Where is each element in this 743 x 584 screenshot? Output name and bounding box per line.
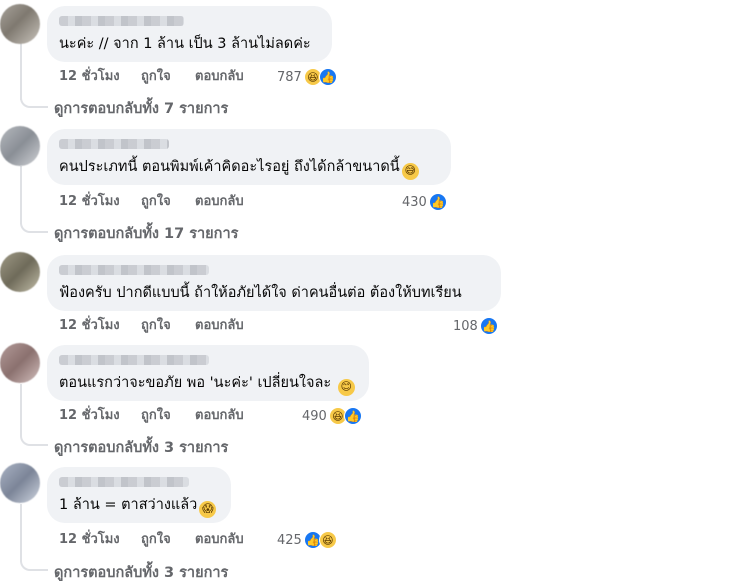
haha-icon: 😆 <box>318 531 337 549</box>
thread-line <box>20 504 22 562</box>
smiling-emoji: 😊 <box>337 378 355 396</box>
avatar[interactable] <box>0 463 40 503</box>
reply-connector <box>20 434 48 446</box>
comment-time[interactable]: 12 ชั่วโมง <box>59 193 120 211</box>
see-replies-link[interactable]: ดูการตอบกลับทั้ง 7 รายการ <box>54 97 228 120</box>
avatar[interactable] <box>0 252 40 292</box>
comment-time[interactable]: 12 ชั่วโมง <box>59 317 120 335</box>
see-replies-link[interactable]: ดูการตอบกลับทั้ง 17 รายการ <box>54 222 238 245</box>
author-name-blurred[interactable] <box>59 16 184 26</box>
comment-text: ฟ้องครับ ปากดีแบบนี้ ถ้าให้อภัยได้ใจ ด่า… <box>59 285 462 301</box>
like-icon: 👍 <box>318 68 337 86</box>
thread-line <box>20 42 22 100</box>
avatar[interactable] <box>0 4 40 44</box>
comment-text: ตอนแรกว่าจะขอภัย พอ 'นะค่ะ' เปลี่ยนใจละ … <box>59 373 357 396</box>
comment-time[interactable]: 12 ชั่วโมง <box>59 68 120 86</box>
reply-connector <box>20 96 48 108</box>
reply-link[interactable]: ตอบกลับ <box>195 193 244 211</box>
like-link[interactable]: ถูกใจ <box>141 531 171 549</box>
reply-link[interactable]: ตอบกลับ <box>195 317 244 335</box>
like-link[interactable]: ถูกใจ <box>141 317 171 335</box>
reaction-count: 787 <box>277 69 302 85</box>
reply-connector <box>20 221 48 233</box>
author-name-blurred[interactable] <box>59 265 209 275</box>
reaction-summary[interactable]: 425 👍 😆 <box>277 531 337 549</box>
reply-link[interactable]: ตอบกลับ <box>195 531 244 549</box>
like-icon: 👍 <box>343 407 362 425</box>
grinning-sweat-emoji: 😅 <box>401 162 419 180</box>
like-link[interactable]: ถูกใจ <box>141 68 171 86</box>
comment-bubble: นะค่ะ // จาก 1 ล้าน เป็น 3 ล้านไม่ลดค่ะ <box>47 6 332 62</box>
reaction-count: 425 <box>277 532 302 548</box>
shocked-emoji: 😱 <box>199 500 217 518</box>
comment-time[interactable]: 12 ชั่วโมง <box>59 407 120 425</box>
author-name-blurred[interactable] <box>59 355 209 365</box>
comment-bubble: ฟ้องครับ ปากดีแบบนี้ ถ้าให้อภัยได้ใจ ด่า… <box>47 255 501 311</box>
reply-link[interactable]: ตอบกลับ <box>195 407 244 425</box>
reaction-summary[interactable]: 490 😆 👍 <box>302 407 362 425</box>
reaction-summary[interactable]: 430 👍 <box>402 193 447 211</box>
comment-text-content: ตอนแรกว่าจะขอภัย พอ 'นะค่ะ' เปลี่ยนใจละ <box>59 375 332 391</box>
reaction-summary[interactable]: 787 😆 👍 <box>277 68 337 86</box>
reply-connector <box>20 559 48 571</box>
comment-text-content: 1 ล้าน = ตาสว่างแล้ว <box>59 497 198 513</box>
thread-line <box>20 166 22 224</box>
reply-link[interactable]: ตอบกลับ <box>195 68 244 86</box>
see-replies-link[interactable]: ดูการตอบกลับทั้ง 3 รายการ <box>54 436 228 459</box>
comment-bubble: 1 ล้าน = ตาสว่างแล้ว 😱 <box>47 467 231 523</box>
comment-text: นะค่ะ // จาก 1 ล้าน เป็น 3 ล้านไม่ลดค่ะ <box>59 36 311 52</box>
reaction-count: 490 <box>302 408 327 424</box>
avatar[interactable] <box>0 126 40 166</box>
like-link[interactable]: ถูกใจ <box>141 193 171 211</box>
reaction-count: 430 <box>402 194 427 210</box>
comment-text: คนประเภทนี้ ตอนพิมพ์เค้าคิดอะไรอยู่ ถึงไ… <box>59 157 439 180</box>
like-icon: 👍 <box>428 193 447 211</box>
reaction-summary[interactable]: 108 👍 <box>453 317 498 335</box>
avatar[interactable] <box>0 343 40 383</box>
author-name-blurred[interactable] <box>59 477 189 487</box>
comment-text-content: คนประเภทนี้ ตอนพิมพ์เค้าคิดอะไรอยู่ ถึงไ… <box>59 159 400 175</box>
comment-text: 1 ล้าน = ตาสว่างแล้ว 😱 <box>59 495 219 518</box>
comment-bubble: ตอนแรกว่าจะขอภัย พอ 'นะค่ะ' เปลี่ยนใจละ … <box>47 345 369 401</box>
thread-line <box>20 384 22 436</box>
author-name-blurred[interactable] <box>59 139 169 149</box>
comment-time[interactable]: 12 ชั่วโมง <box>59 531 120 549</box>
like-icon: 👍 <box>479 317 498 335</box>
like-link[interactable]: ถูกใจ <box>141 407 171 425</box>
reaction-count: 108 <box>453 318 478 334</box>
comment-bubble: คนประเภทนี้ ตอนพิมพ์เค้าคิดอะไรอยู่ ถึงไ… <box>47 129 451 185</box>
